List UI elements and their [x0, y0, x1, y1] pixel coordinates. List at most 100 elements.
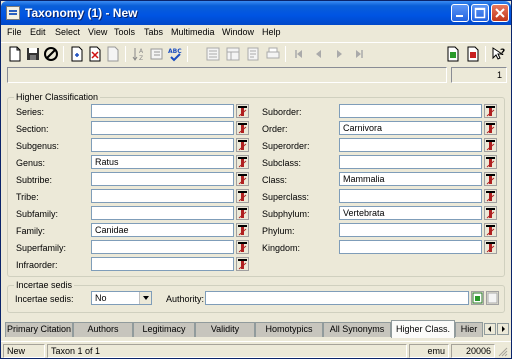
menu-multimedia[interactable]: Multimedia: [171, 27, 215, 37]
menu-tools[interactable]: Tools: [114, 27, 135, 37]
superfamily-input[interactable]: [91, 240, 234, 254]
sort-icon[interactable]: AZ: [131, 46, 147, 62]
tab-scroll-right-button[interactable]: [497, 323, 509, 335]
kingdom-lookup-button[interactable]: [484, 240, 497, 254]
subclass-lookup-button[interactable]: [484, 155, 497, 169]
title-bar[interactable]: Taxonomy (1) - New: [1, 1, 511, 25]
family-input[interactable]: Canidae: [91, 223, 234, 237]
list-view-icon[interactable]: [205, 46, 221, 62]
tab-authors[interactable]: Authors: [73, 322, 133, 337]
authority-clear-button[interactable]: [486, 291, 499, 305]
subgenus-lookup-button[interactable]: [236, 138, 249, 152]
tab-scroll-left-button[interactable]: [484, 323, 496, 335]
tab-legitimacy[interactable]: Legitimacy: [133, 322, 195, 337]
tribe-lookup-button[interactable]: [236, 189, 249, 203]
report-icon[interactable]: [245, 46, 261, 62]
menu-file[interactable]: File: [7, 27, 22, 37]
delete-record-icon[interactable]: [87, 46, 103, 62]
maximize-button[interactable]: [471, 4, 489, 22]
infraorder-lookup-button[interactable]: [236, 257, 249, 271]
suborder-lookup-button[interactable]: [484, 104, 497, 118]
superfamily-lookup-button[interactable]: [236, 240, 249, 254]
attach-icon: [472, 292, 483, 304]
menu-select[interactable]: Select: [55, 27, 80, 37]
import-icon[interactable]: [445, 46, 461, 62]
superclass-lookup-button[interactable]: [484, 189, 497, 203]
lookup-icon: [238, 208, 247, 219]
new-document-icon[interactable]: [7, 46, 23, 62]
class-lookup-button[interactable]: [484, 172, 497, 186]
suborder-input[interactable]: [339, 104, 482, 118]
save-icon[interactable]: [25, 46, 41, 62]
authority-attach-button[interactable]: [471, 291, 484, 305]
incertae-sedis-select[interactable]: No: [91, 291, 152, 305]
tab-primary-citation[interactable]: Primary Citation: [5, 322, 73, 337]
phylum-input[interactable]: [339, 223, 482, 237]
tab-all-synonyms[interactable]: All Synonyms: [323, 322, 391, 337]
lookup-icon: [486, 208, 495, 219]
clear-icon[interactable]: [105, 46, 121, 62]
menu-edit[interactable]: Edit: [30, 27, 46, 37]
order-lookup-button[interactable]: [484, 121, 497, 135]
lookup-icon: [486, 106, 495, 117]
cancel-icon[interactable]: [43, 46, 59, 62]
last-record-icon[interactable]: [351, 46, 367, 62]
toolbar: AZ ABC ?: [1, 42, 511, 64]
menu-window[interactable]: Window: [222, 27, 254, 37]
tab-homotypics[interactable]: Homotypics: [255, 322, 323, 337]
superorder-lookup-button[interactable]: [484, 138, 497, 152]
series-input[interactable]: [91, 104, 234, 118]
minimize-button[interactable]: [451, 4, 469, 22]
details-view-icon[interactable]: [225, 46, 241, 62]
subphylum-input[interactable]: Vertebrata: [339, 206, 482, 220]
svg-text:ABC: ABC: [168, 48, 182, 55]
tab-hierarchy[interactable]: Hier: [455, 322, 483, 337]
menu-tabs[interactable]: Tabs: [144, 27, 163, 37]
close-button[interactable]: [491, 4, 509, 22]
subgenus-input[interactable]: [91, 138, 234, 152]
help-icon[interactable]: ?: [491, 46, 507, 62]
phylum-lookup-button[interactable]: [484, 223, 497, 237]
lookup-icon: [486, 191, 495, 202]
previous-record-icon[interactable]: [311, 46, 327, 62]
export-icon[interactable]: [465, 46, 481, 62]
series-lookup-button[interactable]: [236, 104, 249, 118]
menu-help[interactable]: Help: [262, 27, 281, 37]
subtribe-input[interactable]: [91, 172, 234, 186]
section-input[interactable]: [91, 121, 234, 135]
menu-view[interactable]: View: [88, 27, 107, 37]
order-input[interactable]: Carnivora: [339, 121, 482, 135]
subphylum-lookup-button[interactable]: [484, 206, 497, 220]
field-label-kingdom: Kingdom:: [262, 243, 301, 253]
infraorder-input[interactable]: [91, 257, 234, 271]
resize-grip-icon[interactable]: [497, 346, 508, 357]
authority-label: Authority:: [166, 294, 205, 304]
superclass-input[interactable]: [339, 189, 482, 203]
next-record-icon[interactable]: [331, 46, 347, 62]
message-strip: [7, 67, 447, 83]
add-record-icon[interactable]: [69, 46, 85, 62]
class-input[interactable]: Mammalia: [339, 172, 482, 186]
tribe-input[interactable]: [91, 189, 234, 203]
family-lookup-button[interactable]: [236, 223, 249, 237]
edit-icon[interactable]: [149, 46, 165, 62]
spell-check-icon[interactable]: ABC: [167, 46, 183, 62]
field-label-family: Family:: [16, 226, 45, 236]
section-lookup-button[interactable]: [236, 121, 249, 135]
tab-higher-class[interactable]: Higher Class.: [391, 320, 455, 338]
status-record: Taxon 1 of 1: [47, 344, 407, 358]
first-record-icon[interactable]: [291, 46, 307, 62]
subtribe-lookup-button[interactable]: [236, 172, 249, 186]
tab-validity[interactable]: Validity: [195, 322, 255, 337]
subfamily-input[interactable]: [91, 206, 234, 220]
kingdom-input[interactable]: [339, 240, 482, 254]
genus-lookup-button[interactable]: [236, 155, 249, 169]
subfamily-lookup-button[interactable]: [236, 206, 249, 220]
superorder-input[interactable]: [339, 138, 482, 152]
lookup-icon: [238, 174, 247, 185]
authority-input[interactable]: [205, 291, 469, 305]
subclass-input[interactable]: [339, 155, 482, 169]
chevron-down-icon[interactable]: [139, 292, 151, 304]
print-icon[interactable]: [265, 46, 281, 62]
genus-input[interactable]: Ratus: [91, 155, 234, 169]
